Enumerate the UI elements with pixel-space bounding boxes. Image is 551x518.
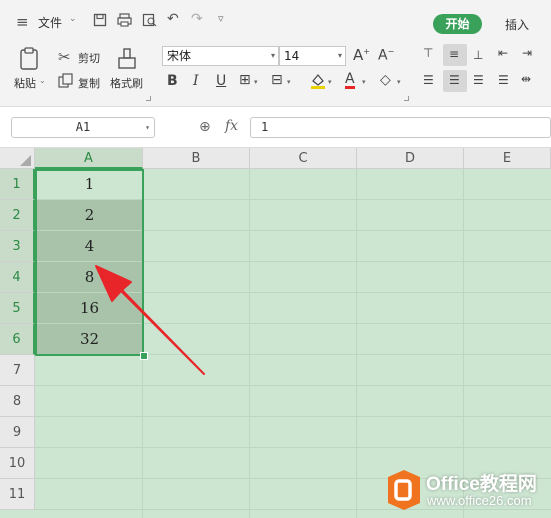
- font-name-select[interactable]: 宋体 ▾: [162, 46, 279, 66]
- borders-icon[interactable]: ⊞: [239, 72, 251, 88]
- italic-icon[interactable]: I: [193, 73, 199, 89]
- row-header-5[interactable]: 5: [0, 293, 35, 324]
- row-header-1[interactable]: 1: [0, 169, 35, 200]
- format-painter-button[interactable]: 格式刷: [110, 75, 143, 91]
- underline-icon[interactable]: U: [216, 73, 226, 89]
- select-all-triangle-icon: [20, 155, 31, 166]
- quick-access-customize-icon[interactable]: ▿: [218, 12, 224, 25]
- row-header-4[interactable]: 4: [0, 262, 35, 293]
- office-logo-icon: [388, 470, 420, 510]
- watermark-brand: Office教程网: [426, 474, 537, 495]
- name-box-chevron-icon: ▾: [145, 123, 150, 132]
- align-left-icon[interactable]: ☰: [423, 73, 434, 87]
- row-header-6[interactable]: 6: [0, 324, 35, 355]
- grid-row-line: [35, 385, 551, 386]
- selection-border: [35, 169, 144, 356]
- paste-chevron-icon[interactable]: ⌄: [39, 76, 46, 85]
- watermark: Office教程网 www.office26.com: [381, 466, 551, 516]
- font-color-icon[interactable]: A: [345, 72, 355, 89]
- column-header-d[interactable]: D: [357, 148, 464, 169]
- borders-chevron-icon[interactable]: ▾: [254, 78, 258, 86]
- font-group-launcher-icon[interactable]: [404, 96, 409, 101]
- redo-icon[interactable]: ↷: [191, 11, 203, 27]
- grid-column-line: [249, 169, 250, 518]
- align-center-icon[interactable]: ☰: [449, 73, 460, 87]
- file-menu-chevron-icon[interactable]: ⌄: [69, 14, 77, 24]
- column-header-b[interactable]: B: [143, 148, 250, 169]
- decrease-font-size-icon[interactable]: A−: [378, 47, 394, 64]
- decrease-indent-icon[interactable]: ⇤: [498, 46, 508, 60]
- grid-row-line: [35, 447, 551, 448]
- name-box[interactable]: A1 ▾: [11, 117, 155, 138]
- format-painter-icon[interactable]: [116, 47, 138, 71]
- row-header-3[interactable]: 3: [0, 231, 35, 262]
- zoom-formula-icon[interactable]: ⊕: [199, 119, 211, 135]
- font-size-select[interactable]: 14 ▾: [279, 46, 346, 66]
- spreadsheet-grid[interactable]: ABCDE 1 2 3 4 5 6 7 8 9 10 11 1 2 4 8 16 32: [0, 148, 551, 518]
- print-preview-icon[interactable]: [142, 13, 157, 27]
- row-header-8[interactable]: 8: [0, 386, 35, 417]
- fill-color-icon[interactable]: [310, 72, 326, 89]
- row-header-7[interactable]: 7: [0, 355, 35, 386]
- font-size-value: 14: [284, 49, 300, 63]
- paste-icon[interactable]: [19, 47, 41, 71]
- column-header-e[interactable]: E: [464, 148, 551, 169]
- font-name-chevron-icon: ▾: [270, 51, 275, 60]
- align-top-icon[interactable]: ⊤: [423, 46, 433, 60]
- scissors-icon[interactable]: ✂: [58, 48, 71, 66]
- align-right-icon[interactable]: ☰: [473, 73, 484, 87]
- formula-input[interactable]: 1: [250, 117, 551, 138]
- tab-insert[interactable]: 插入: [505, 16, 529, 33]
- fill-color-chevron-icon[interactable]: ▾: [328, 78, 332, 86]
- font-size-chevron-icon: ▾: [337, 51, 342, 60]
- file-menu[interactable]: 文件: [38, 14, 62, 31]
- cell-style-icon[interactable]: ⊟: [271, 72, 283, 88]
- copy-button[interactable]: 复制: [78, 75, 100, 91]
- print-icon[interactable]: [117, 13, 132, 27]
- cut-button[interactable]: 剪切: [78, 50, 100, 66]
- grid-column-line: [356, 169, 357, 518]
- name-box-value: A1: [75, 120, 91, 134]
- justify-icon[interactable]: ☰: [498, 73, 509, 87]
- align-middle-icon[interactable]: ≡: [449, 47, 459, 61]
- align-bottom-icon[interactable]: ⊥: [473, 48, 483, 62]
- clear-format-chevron-icon[interactable]: ▾: [397, 78, 401, 86]
- undo-icon[interactable]: ↶: [167, 11, 179, 27]
- clipboard-group-launcher-icon[interactable]: [146, 96, 151, 101]
- increase-indent-icon[interactable]: ⇥: [522, 46, 532, 60]
- paste-button[interactable]: 粘贴: [14, 75, 36, 91]
- clear-format-icon[interactable]: ◇: [380, 72, 391, 88]
- hamburger-menu-icon[interactable]: ≡: [16, 13, 29, 31]
- font-color-chevron-icon[interactable]: ▾: [362, 78, 366, 86]
- tab-start[interactable]: 开始: [433, 14, 482, 34]
- select-all-corner[interactable]: [0, 148, 35, 169]
- watermark-url: www.office26.com: [427, 493, 532, 508]
- bold-icon[interactable]: B: [167, 73, 178, 89]
- grid-row-line: [35, 416, 551, 417]
- row-header-9[interactable]: 9: [0, 417, 35, 448]
- cell-style-chevron-icon[interactable]: ▾: [287, 78, 291, 86]
- font-name-value: 宋体: [167, 49, 192, 63]
- row-header-11[interactable]: 11: [0, 479, 35, 510]
- row-header-2[interactable]: 2: [0, 200, 35, 231]
- copy-icon[interactable]: [58, 73, 73, 88]
- increase-font-size-icon[interactable]: A+: [353, 46, 370, 64]
- distributed-align-icon[interactable]: ⇹: [521, 72, 531, 86]
- column-header-a[interactable]: A: [35, 148, 143, 169]
- column-header-c[interactable]: C: [250, 148, 357, 169]
- row-header-10[interactable]: 10: [0, 448, 35, 479]
- fill-handle[interactable]: [140, 352, 148, 360]
- insert-function-icon[interactable]: fx: [225, 118, 238, 134]
- save-icon[interactable]: [93, 13, 107, 27]
